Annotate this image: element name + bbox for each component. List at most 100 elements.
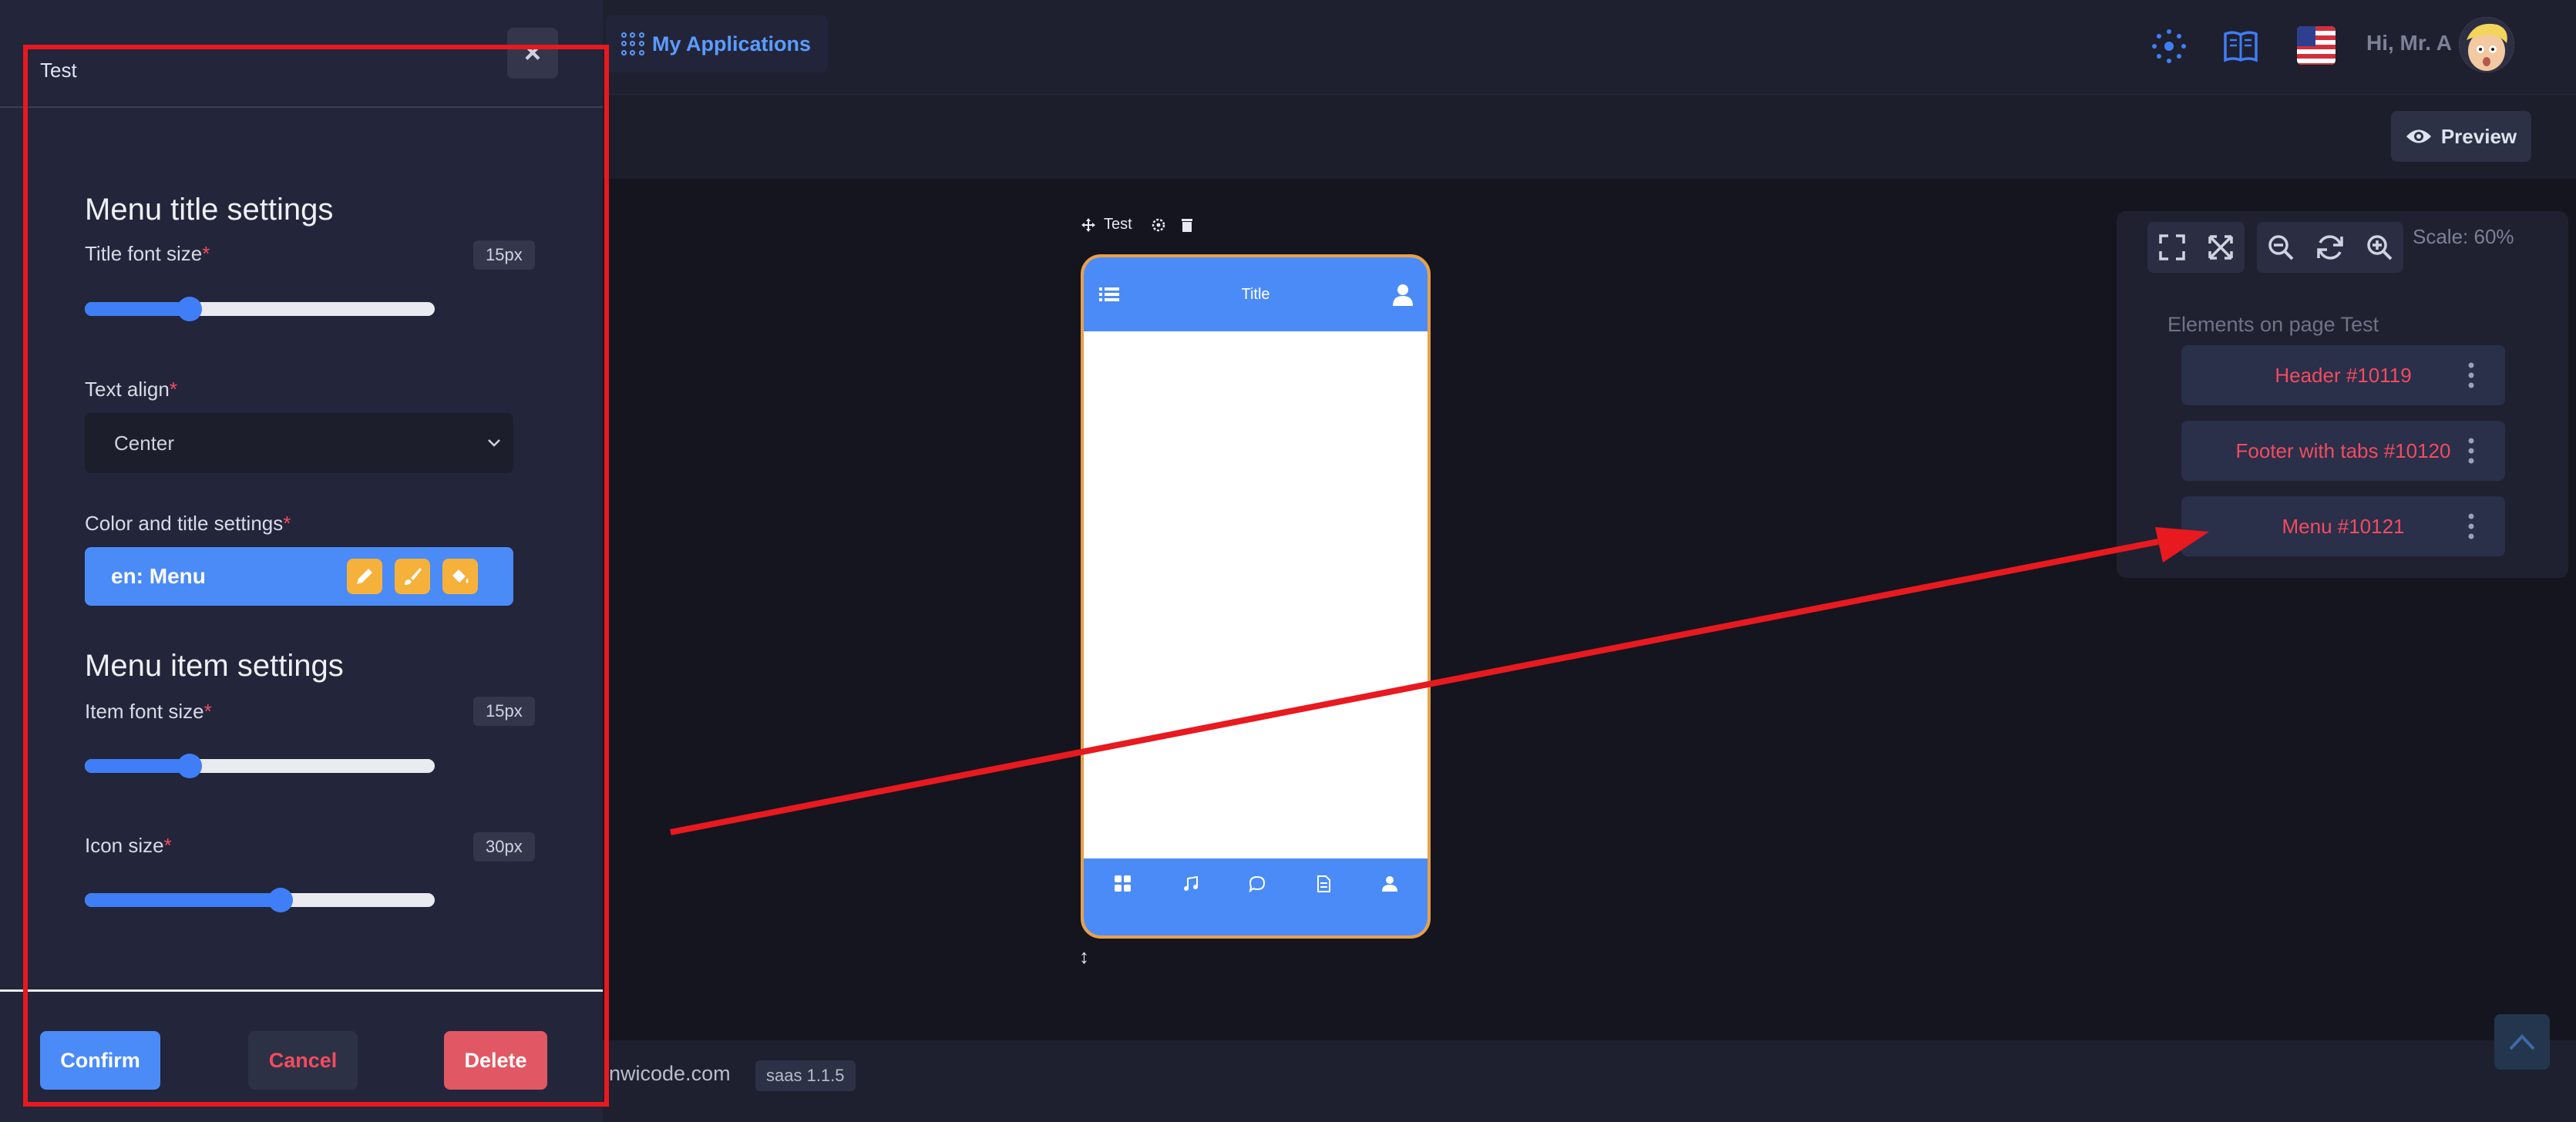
- profile-user-icon[interactable]: [1392, 284, 1414, 307]
- user-greeting: Hi, Mr. A: [2366, 31, 2452, 55]
- page-settings-gear-icon[interactable]: [1151, 217, 1166, 233]
- documentation-book-icon[interactable]: [2223, 29, 2258, 63]
- phone-footer-tabs: [1084, 858, 1428, 936]
- more-options-icon[interactable]: [2468, 362, 2474, 388]
- slider-fill: [85, 759, 190, 773]
- paint-bucket-icon: [452, 569, 469, 583]
- fullscreen-icon[interactable]: [2158, 234, 2185, 260]
- edit-title-button[interactable]: [347, 559, 382, 594]
- footer-bar: [603, 1040, 2576, 1122]
- apps-grid-icon: [621, 32, 644, 55]
- slider-handle[interactable]: [177, 297, 202, 321]
- text-align-select[interactable]: Center: [85, 413, 513, 473]
- slider-fill: [85, 893, 281, 907]
- required-mark: *: [283, 512, 291, 535]
- scroll-to-top-button[interactable]: [2494, 1014, 2550, 1070]
- my-applications-button[interactable]: My Applications: [606, 15, 828, 72]
- toolbar-bar: [603, 94, 2576, 179]
- slider-fill: [85, 302, 190, 316]
- scale-indicator: Scale: 60%: [2413, 225, 2514, 248]
- settings-panel: Test × Menu title settings Title font si…: [0, 0, 603, 1122]
- required-mark: *: [202, 242, 210, 265]
- element-item-label: Footer with tabs #10120: [2235, 438, 2451, 462]
- preview-label: Preview: [2440, 124, 2517, 148]
- view-toolbar-group: [2147, 222, 2245, 273]
- version-badge: saas 1.1.5: [755, 1060, 856, 1091]
- menu-title-heading: Menu title settings: [85, 193, 334, 227]
- slider-handle[interactable]: [268, 888, 293, 912]
- required-mark: *: [163, 834, 172, 857]
- loading-spinner-icon[interactable]: [2151, 28, 2188, 65]
- slider-handle[interactable]: [177, 754, 202, 778]
- icon-size-label: Icon size*: [85, 834, 172, 858]
- tab-chat-icon[interactable]: [1249, 875, 1266, 892]
- label-text: Color and title settings: [85, 512, 284, 535]
- phone-page-name: Test: [1104, 216, 1132, 233]
- menu-list-icon[interactable]: [1099, 287, 1119, 302]
- zoom-toolbar-group: [2257, 222, 2403, 273]
- resize-vertical-icon[interactable]: ↕: [1079, 945, 1089, 969]
- title-font-size-label: Title font size*: [85, 242, 210, 266]
- color-title-value: en: Menu: [111, 564, 206, 588]
- tab-document-icon[interactable]: [1315, 875, 1332, 892]
- zoom-in-icon[interactable]: [2366, 233, 2393, 261]
- menu-item-heading: Menu item settings: [85, 649, 344, 683]
- close-button[interactable]: ×: [507, 28, 558, 79]
- more-options-icon[interactable]: [2468, 438, 2474, 464]
- confirm-button[interactable]: Confirm: [40, 1031, 160, 1090]
- label-text: Text align: [85, 378, 170, 401]
- label-text: Item font size: [85, 700, 204, 723]
- text-align-value: Center: [114, 431, 175, 455]
- phone-header[interactable]: Title: [1084, 257, 1428, 331]
- icon-size-slider[interactable]: [85, 888, 435, 912]
- text-align-label: Text align*: [85, 378, 177, 401]
- icon-size-value: 30px: [473, 832, 535, 862]
- text-color-button[interactable]: [395, 559, 430, 594]
- element-item-label: Header #10119: [2275, 363, 2412, 387]
- phone-preview[interactable]: Title: [1081, 254, 1431, 939]
- preview-button[interactable]: Preview: [2391, 111, 2531, 162]
- chevron-down-icon: [488, 439, 500, 447]
- us-flag-icon[interactable]: [2297, 26, 2336, 65]
- tab-grid-icon[interactable]: [1115, 875, 1132, 892]
- zoom-out-icon[interactable]: [2267, 233, 2295, 261]
- more-options-icon[interactable]: [2468, 513, 2474, 539]
- color-title-label: Color and title settings*: [85, 512, 291, 536]
- eye-icon: [2406, 129, 2431, 143]
- user-avatar[interactable]: [2459, 17, 2514, 72]
- cancel-button[interactable]: Cancel: [248, 1031, 358, 1090]
- phone-header-title: Title: [1241, 285, 1270, 303]
- item-font-size-slider[interactable]: [85, 754, 435, 778]
- element-item-footer[interactable]: Footer with tabs #10120: [2181, 421, 2505, 481]
- title-font-size-slider[interactable]: [85, 297, 435, 321]
- item-font-size-value: 15px: [473, 697, 535, 726]
- my-applications-label: My Applications: [652, 32, 812, 55]
- delete-button[interactable]: Delete: [444, 1031, 547, 1090]
- element-item-header[interactable]: Header #10119: [2181, 345, 2505, 405]
- title-font-size-value: 15px: [473, 240, 535, 270]
- page-delete-trash-icon[interactable]: [1180, 217, 1194, 233]
- tab-music-icon[interactable]: [1182, 875, 1199, 892]
- move-arrows-icon[interactable]: [1081, 217, 1096, 233]
- panel-divider: [0, 106, 603, 108]
- label-text: Icon size: [85, 834, 164, 857]
- phone-page-toolbar: Test: [1081, 216, 1194, 233]
- item-font-size-label: Item font size*: [85, 700, 212, 724]
- required-mark: *: [169, 378, 177, 401]
- expand-arrows-icon[interactable]: [2208, 234, 2234, 260]
- pencil-icon: [357, 569, 372, 584]
- color-title-field[interactable]: en: Menu: [85, 547, 513, 606]
- panel-title: Test: [40, 59, 77, 82]
- tab-user-icon[interactable]: [1381, 875, 1398, 892]
- avatar-face-icon: [2459, 17, 2514, 72]
- chevron-up-icon: [2509, 1034, 2535, 1050]
- required-mark: *: [203, 700, 212, 723]
- footer-domain: nwicode.com: [609, 1062, 731, 1085]
- elements-list-title: Elements on page Test: [2167, 313, 2379, 336]
- reset-refresh-icon[interactable]: [2315, 233, 2345, 261]
- label-text: Title font size: [85, 242, 203, 265]
- panel-footer-divider: [0, 989, 603, 992]
- brush-icon: [405, 568, 422, 585]
- element-item-menu[interactable]: Menu #10121: [2181, 496, 2505, 556]
- background-color-button[interactable]: [442, 559, 478, 594]
